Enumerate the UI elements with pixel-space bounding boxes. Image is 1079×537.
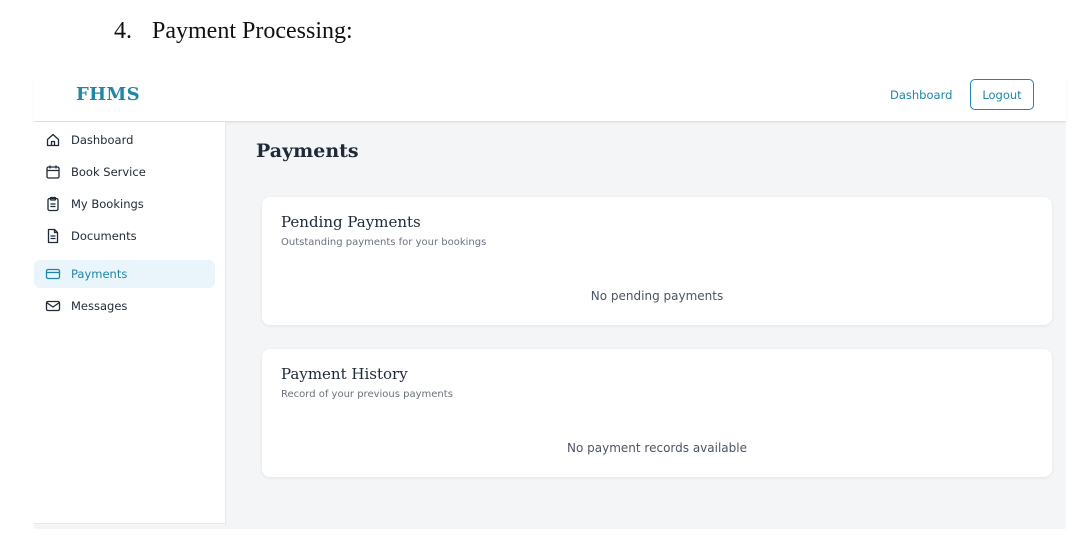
sidebar-item-documents[interactable]: Documents — [34, 222, 215, 250]
sidebar-item-messages[interactable]: Messages — [34, 292, 215, 320]
app-logo[interactable]: FHMS — [76, 84, 140, 105]
mail-icon — [45, 298, 61, 314]
empty-state-text: No pending payments — [590, 289, 724, 303]
sidebar-item-label: Documents — [71, 229, 137, 243]
credit-card-icon — [45, 266, 61, 282]
sidebar-item-label: Dashboard — [71, 133, 134, 147]
card-title: Payment History — [281, 365, 408, 383]
nav-dashboard-link[interactable]: Dashboard — [890, 88, 952, 102]
document-heading: 4. Payment Processing: — [114, 18, 353, 45]
sidebar-item-my-bookings[interactable]: My Bookings — [34, 190, 215, 218]
sidebar-item-label: My Bookings — [71, 197, 144, 211]
top-navbar: FHMS Dashboard Logout — [34, 79, 1066, 122]
sidebar-item-label: Payments — [71, 267, 128, 281]
card-subtitle: Outstanding payments for your bookings — [281, 237, 487, 248]
empty-state-text: No payment records available — [567, 441, 747, 455]
heading-text: Payment Processing: — [152, 18, 353, 44]
pending-payments-card: Pending Payments Outstanding payments fo… — [262, 197, 1052, 325]
sidebar-item-label: Book Service — [71, 165, 146, 179]
sidebar-item-label: Messages — [71, 299, 128, 313]
file-text-icon — [45, 228, 61, 244]
home-icon — [45, 132, 61, 148]
sidebar-item-payments[interactable]: Payments — [34, 260, 215, 288]
app-screenshot: FHMS Dashboard Logout Dashboard Book Ser… — [34, 79, 1066, 529]
sidebar-item-book-service[interactable]: Book Service — [34, 158, 215, 186]
logout-button[interactable]: Logout — [970, 79, 1034, 110]
card-title: Pending Payments — [281, 213, 421, 231]
payment-history-card: Payment History Record of your previous … — [262, 349, 1052, 477]
calendar-icon — [45, 164, 61, 180]
clipboard-icon — [45, 196, 61, 212]
card-subtitle: Record of your previous payments — [281, 389, 453, 400]
heading-number: 4. — [114, 18, 132, 44]
sidebar-item-dashboard[interactable]: Dashboard — [34, 126, 215, 154]
sidebar: Dashboard Book Service My Bookings Docum… — [34, 122, 226, 524]
page-title: Payments — [256, 140, 359, 162]
